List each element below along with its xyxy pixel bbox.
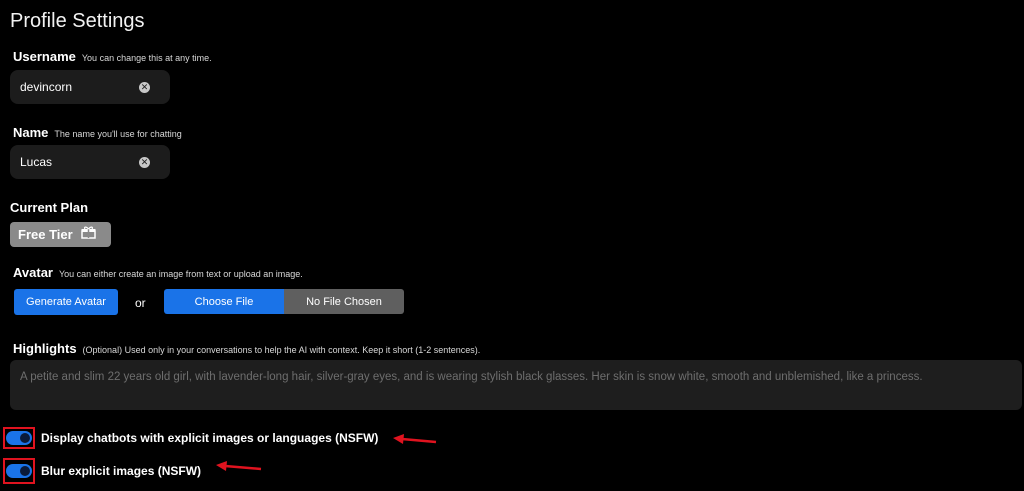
- name-value: Lucas: [20, 155, 53, 169]
- nsfw-display-label: Display chatbots with explicit images or…: [41, 431, 379, 445]
- highlights-textarea[interactable]: A petite and slim 22 years old girl, wit…: [10, 360, 1022, 410]
- username-input[interactable]: devincorn ✕: [10, 70, 170, 104]
- highlights-placeholder: A petite and slim 22 years old girl, wit…: [20, 371, 923, 383]
- choose-file-button[interactable]: Choose File: [164, 289, 284, 314]
- avatar-label: Avatar: [13, 265, 53, 280]
- current-plan-label: Current Plan: [10, 200, 89, 215]
- blur-explicit-toggle-row: Blur explicit images (NSFW): [3, 458, 201, 484]
- file-picker[interactable]: Choose File No File Chosen: [164, 289, 404, 314]
- plan-badge[interactable]: Free Tier: [10, 222, 111, 247]
- username-value: devincorn: [20, 80, 73, 94]
- name-hint: The name you'll use for chatting: [54, 129, 182, 139]
- clear-circle-icon[interactable]: ✕: [139, 156, 150, 168]
- annotation-arrow-icon: [215, 460, 263, 474]
- profile-settings-page: Profile Settings Username You can change…: [0, 0, 1024, 491]
- name-input[interactable]: Lucas ✕: [10, 145, 170, 179]
- highlight-frame: [3, 458, 35, 484]
- toggle-knob: [20, 466, 30, 476]
- generate-avatar-button[interactable]: Generate Avatar: [14, 289, 118, 315]
- avatar-hint: You can either create an image from text…: [58, 269, 303, 279]
- highlight-frame: [3, 427, 35, 449]
- name-label: Name: [13, 125, 49, 140]
- or-separator: or: [135, 296, 146, 310]
- highlights-hint: (Optional) Used only in your conversatio…: [82, 345, 481, 355]
- page-title: Profile Settings: [10, 10, 145, 32]
- no-file-chosen-label: No File Chosen: [284, 289, 404, 314]
- username-label: Username: [13, 49, 76, 64]
- gift-icon: [80, 226, 96, 244]
- plan-badge-label: Free Tier: [18, 227, 73, 242]
- username-label-row: Username You can change this at any time…: [13, 49, 212, 64]
- avatar-label-row: Avatar You can either create an image fr…: [13, 265, 303, 280]
- blur-explicit-toggle[interactable]: [6, 464, 32, 478]
- annotation-arrow-icon: [392, 433, 438, 447]
- blur-explicit-label: Blur explicit images (NSFW): [41, 464, 202, 478]
- clear-circle-icon[interactable]: ✕: [139, 81, 150, 93]
- highlights-label: Highlights: [13, 341, 77, 356]
- nsfw-display-toggle[interactable]: [6, 431, 32, 445]
- username-hint: You can change this at any time.: [81, 53, 212, 63]
- highlights-label-row: Highlights (Optional) Used only in your …: [13, 341, 480, 356]
- toggle-knob: [20, 433, 30, 443]
- nsfw-display-toggle-row: Display chatbots with explicit images or…: [3, 427, 378, 449]
- name-label-row: Name The name you'll use for chatting: [13, 125, 182, 140]
